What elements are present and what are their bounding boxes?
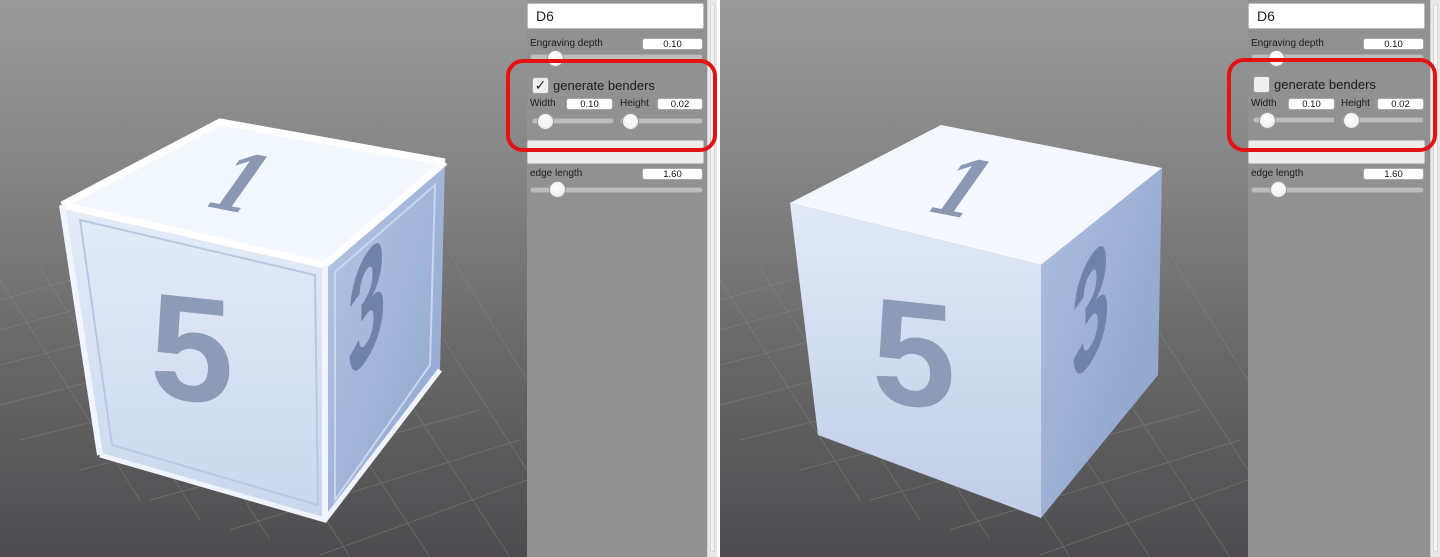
screenshot-with-benders: 1 5 3 D6 Engraving depth 0.10 ✓ generate… [0, 0, 717, 557]
3d-viewport[interactable]: 1 5 3 [720, 0, 1248, 557]
screenshot-without-benders: 1 5 3 D6 Engraving depth 0.10 generate b… [720, 0, 1440, 557]
die-front-number: 5 [150, 260, 234, 437]
3d-viewport[interactable]: 1 5 3 [0, 0, 527, 557]
engraving-depth-label: Engraving depth [1251, 38, 1324, 49]
object-name-field[interactable]: D6 [527, 3, 704, 29]
engraving-depth-value[interactable]: 0.10 [642, 38, 703, 50]
highlight-annotation [506, 59, 717, 152]
viewport-scene [0, 118, 527, 557]
engraving-depth-label: Engraving depth [530, 38, 603, 49]
edge-length-value[interactable]: 1.60 [642, 168, 703, 180]
edge-length-value[interactable]: 1.60 [1363, 168, 1424, 180]
die-front-number: 5 [872, 265, 956, 442]
edge-length-slider-knob[interactable] [1270, 181, 1287, 198]
engraving-depth-value[interactable]: 0.10 [1363, 38, 1424, 50]
edge-length-label: edge length [1251, 168, 1304, 179]
edge-length-label: edge length [530, 168, 583, 179]
object-name-field[interactable]: D6 [1248, 3, 1425, 29]
highlight-annotation [1227, 58, 1437, 152]
viewport-scene [720, 125, 1248, 557]
edge-length-slider-knob[interactable] [549, 181, 566, 198]
